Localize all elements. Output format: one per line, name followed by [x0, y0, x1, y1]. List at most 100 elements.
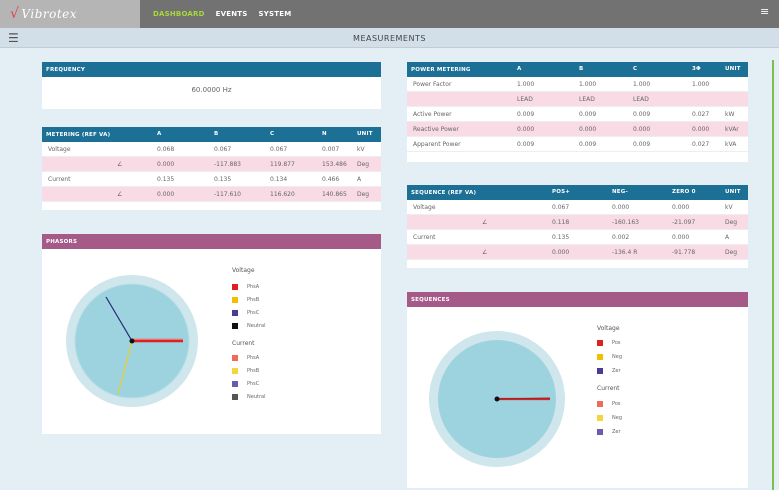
legend-voltage-phsa[interactable]: PhsA [232, 284, 259, 290]
legend-seq-voltage-neg[interactable]: Neg [597, 354, 622, 360]
column-header: A [157, 131, 162, 137]
legend-label: Pos [612, 401, 621, 407]
right-scroll-indicator[interactable] [772, 60, 774, 490]
table-row: Apparent Power 0.009 0.009 0.009 0.027 kVA [407, 137, 748, 152]
table-cell: 0.000 [612, 204, 630, 211]
legend-label: Pos [612, 340, 621, 346]
swatch-purple-icon [597, 429, 603, 435]
swatch-yellow-icon [232, 297, 238, 303]
legend-label: Zer [612, 368, 621, 374]
table-cell: 0.027 [692, 111, 710, 118]
sequence-origin-dot [494, 396, 500, 402]
legend-current-phsb[interactable]: PhsB [232, 368, 259, 374]
legend-voltage-phsb[interactable]: PhsB [232, 297, 259, 303]
row-label: Active Power [413, 111, 452, 118]
legend-voltage-neutral[interactable]: Neutral [232, 323, 265, 329]
sequences-dial [429, 331, 565, 467]
table-cell: 0.000 [157, 191, 175, 198]
app-logo[interactable]: √ Vibrotex [0, 0, 140, 28]
table-row: Voltage 0.068 0.067 0.067 0.007 kV [42, 142, 381, 157]
table-cell: LEAD [633, 96, 649, 103]
metering-title: METERING (REF VA) [46, 131, 111, 138]
table-cell: kVAr [725, 126, 739, 133]
column-header: UNIT [725, 189, 741, 195]
swatch-red-icon [597, 401, 603, 407]
table-cell: 0.068 [157, 146, 175, 153]
legend-current-phsa[interactable]: PhsA [232, 355, 259, 361]
table-cell: 0.009 [517, 141, 535, 148]
legend-seq-current-neg[interactable]: Neg [597, 415, 622, 421]
sub-header: ☰ MEASUREMENTS [0, 28, 779, 48]
table-cell: Deg [357, 161, 370, 168]
table-cell: 153.486 [322, 161, 347, 168]
column-header: ZERO 0 [672, 189, 696, 195]
legend-label: PhsC [247, 381, 260, 387]
swatch-red-icon [597, 340, 603, 346]
nav-dashboard[interactable]: DASHBOARD [153, 10, 205, 18]
sequences-header: SEQUENCES [407, 292, 748, 307]
sequence-panel: SEQUENCE (REF VA) POS+ NEG- ZERO 0 UNIT Volta… [407, 185, 748, 268]
legend-label: Neutral [247, 323, 266, 329]
legend-seq-voltage-pos[interactable]: Pos [597, 340, 621, 346]
main-nav: DASHBOARD EVENTS SYSTEM [153, 10, 302, 18]
logo-mark-icon: √ [10, 6, 20, 22]
table-cell: 0.000 [633, 126, 651, 133]
nav-system[interactable]: SYSTEM [259, 10, 292, 18]
swatch-black-icon [232, 323, 238, 329]
table-cell: -91.778 [672, 249, 696, 256]
legend-seq-voltage-zer[interactable]: Zer [597, 368, 621, 374]
table-row: Reactive Power 0.000 0.000 0.000 0.000 kVAr [407, 122, 748, 137]
table-row: ∠ 0.000 -117.610 116.620 140.865 Deg [42, 187, 381, 202]
legend-voltage-phsc[interactable]: PhsC [232, 310, 259, 316]
table-cell: 0.135 [157, 176, 175, 183]
table-cell: 0.000 [692, 126, 710, 133]
table-cell: 0.000 [672, 204, 690, 211]
legend-seq-current-pos[interactable]: Pos [597, 401, 621, 407]
legend-current-neutral[interactable]: Neutral [232, 394, 265, 400]
table-cell: 0.000 [579, 126, 597, 133]
swatch-red-icon [232, 284, 238, 290]
table-cell: 119.877 [270, 161, 295, 168]
table-cell: -136.4 R [612, 249, 638, 256]
table-cell: 0.000 [552, 249, 570, 256]
phasors-voltage-legend-title: Voltage [232, 267, 255, 274]
table-cell: 0.009 [579, 111, 597, 118]
table-cell: 0.009 [517, 111, 535, 118]
sequences-voltage-legend-title: Voltage [597, 325, 620, 332]
table-cell: 0.002 [612, 234, 630, 241]
swatch-gray-icon [232, 394, 238, 400]
column-header: C [270, 131, 275, 137]
column-header: UNIT [725, 66, 741, 72]
table-cell: 140.865 [322, 191, 347, 198]
table-cell: 0.118 [552, 219, 570, 226]
swatch-yellow-icon [232, 368, 238, 374]
swatch-red-icon [232, 355, 238, 361]
table-row: Current 0.135 0.002 0.000 A [407, 230, 748, 245]
table-cell: -160.163 [612, 219, 639, 226]
table-cell: A [357, 176, 362, 183]
table-cell: 1.000 [579, 81, 597, 88]
table-cell: 0.000 [672, 234, 690, 241]
table-row: Current 0.135 0.135 0.134 0.466 A [42, 172, 381, 187]
legend-seq-current-zer[interactable]: Zer [597, 429, 621, 435]
power-metering-panel: POWER METERING A B C 3Φ UNIT Power Factor 1.000… [407, 62, 748, 162]
table-cell: 0.009 [633, 111, 651, 118]
table-cell: 0.000 [517, 126, 535, 133]
legend-current-phsc[interactable]: PhsC [232, 381, 259, 387]
phasors-header: PHASORS [42, 234, 381, 249]
swatch-yellow-icon [597, 415, 603, 421]
table-cell: kV [725, 204, 733, 211]
nav-events[interactable]: EVENTS [216, 10, 248, 18]
column-header: UNIT [357, 131, 373, 137]
frequency-panel: FREQUENCY 60.0000 Hz [42, 62, 381, 109]
legend-label: Neg [612, 354, 622, 360]
table-cell: kV [357, 146, 365, 153]
table-cell: 0.466 [322, 176, 340, 183]
table-cell: 116.620 [270, 191, 295, 198]
table-row: ∠ 0.118 -160.163 -21.097 Deg [407, 215, 748, 230]
row-label: ∠ [117, 161, 123, 168]
sequences-current-legend-title: Current [597, 385, 620, 392]
legend-label: PhsC [247, 310, 260, 316]
hamburger-menu-icon[interactable]: ≡ [760, 6, 770, 17]
phasor-origin-dot [129, 338, 135, 344]
